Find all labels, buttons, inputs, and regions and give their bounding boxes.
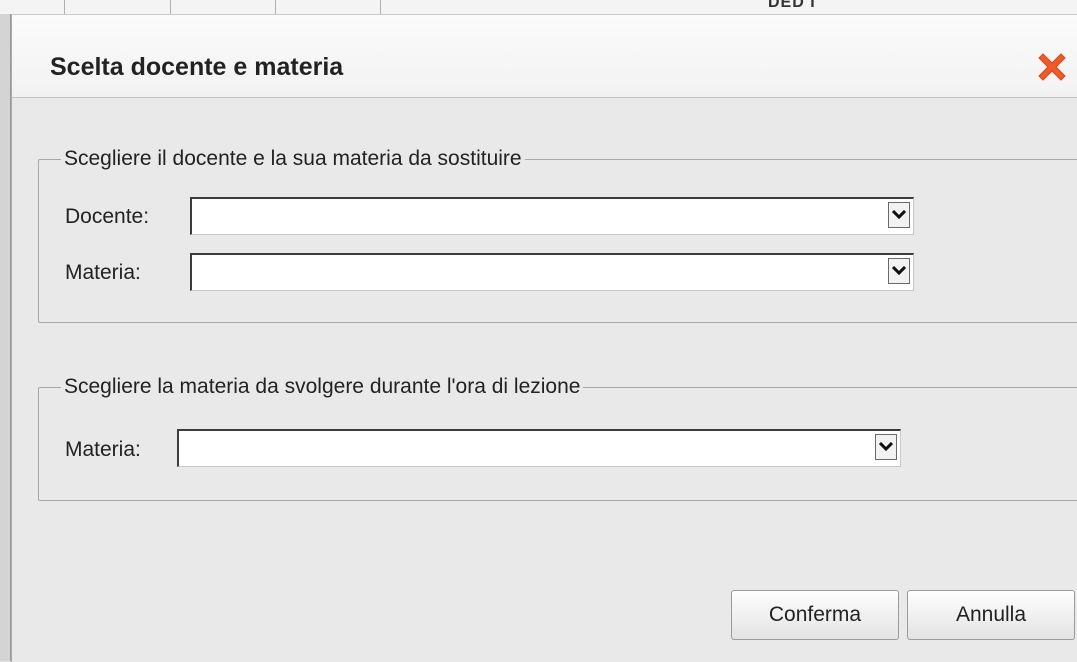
- lesson-materia-dropdown-button[interactable]: [875, 434, 897, 460]
- background-left-edge: [0, 14, 11, 661]
- background-cell-divider: [170, 0, 171, 14]
- substitute-group-legend: Scegliere il docente e la sua materia da…: [64, 147, 522, 170]
- docente-select[interactable]: [190, 197, 914, 235]
- background-cell-divider: [275, 0, 276, 14]
- background-table-strip: DED I: [0, 0, 1077, 15]
- chevron-down-icon: [892, 210, 906, 220]
- background-cell-divider: [64, 0, 65, 14]
- materia-select[interactable]: [190, 253, 914, 291]
- dialog-titlebar[interactable]: Scelta docente e materia: [12, 15, 1077, 98]
- dialog-window: Scelta docente e materia Scegliere il do…: [11, 14, 1077, 662]
- docente-label: Docente:: [65, 205, 150, 228]
- docente-dropdown-button[interactable]: [888, 202, 910, 228]
- chevron-down-icon: [892, 266, 906, 276]
- materia-label: Materia:: [65, 261, 141, 284]
- cancel-button[interactable]: Annulla: [907, 590, 1075, 640]
- lesson-materia-label: Materia:: [65, 438, 141, 461]
- lesson-group-legend: Scegliere la materia da svolgere durante…: [64, 375, 581, 398]
- background-partial-text: DED I: [768, 0, 816, 11]
- chevron-down-icon: [879, 442, 893, 452]
- background-cell-divider: [380, 0, 381, 14]
- substitute-group: Scegliere il docente e la sua materia da…: [38, 147, 1077, 323]
- lesson-materia-select[interactable]: [177, 429, 901, 467]
- confirm-button[interactable]: Conferma: [731, 590, 899, 640]
- close-button[interactable]: [1034, 49, 1070, 85]
- materia-dropdown-button[interactable]: [888, 258, 910, 284]
- close-x-icon: [1038, 53, 1066, 81]
- dialog-title: Scelta docente e materia: [50, 53, 344, 81]
